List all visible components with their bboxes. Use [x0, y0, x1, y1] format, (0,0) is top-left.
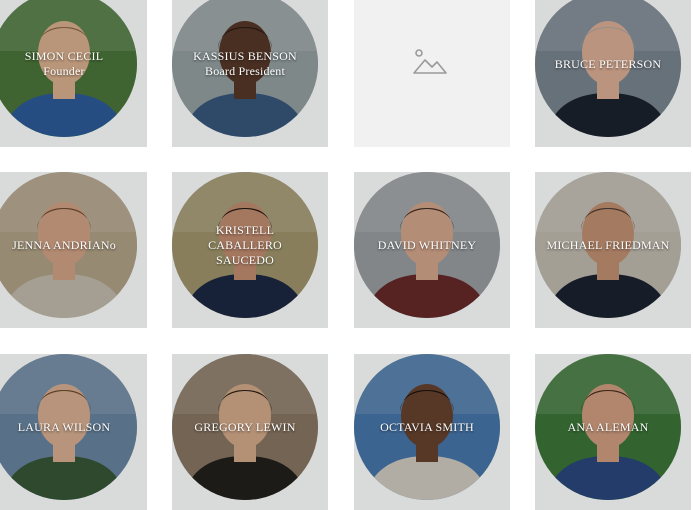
- member-caption: GREGORY LEWIN: [172, 354, 318, 500]
- member-name: JENNA ANDRIANo: [12, 237, 116, 252]
- team-member-kassius-benson[interactable]: KASSIUS BENSON Board President: [172, 0, 328, 147]
- member-caption: JENNA ANDRIANo: [0, 172, 137, 318]
- member-name: DAVID WHITNEY: [377, 237, 477, 252]
- member-name: BRUCE PETERSON: [554, 56, 662, 71]
- team-member-michael-friedman[interactable]: MICHAEL FRIEDMAN: [535, 172, 691, 328]
- member-name: SIMON CECIL: [24, 49, 104, 63]
- member-name: MICHAEL FRIEDMAN: [546, 237, 670, 252]
- team-member-laura-wilson[interactable]: LAURA WILSON: [0, 354, 147, 510]
- team-member-bruce-peterson[interactable]: BRUCE PETERSON: [535, 0, 691, 147]
- member-role: Board President: [205, 64, 285, 78]
- team-member-simon-cecil[interactable]: SIMON CECIL Founder: [0, 0, 147, 147]
- team-member-jenna-andriano[interactable]: JENNA ANDRIANo: [0, 172, 147, 328]
- team-member-david-whitney[interactable]: DAVID WHITNEY: [354, 172, 510, 328]
- member-caption: MICHAEL FRIEDMAN: [535, 172, 681, 318]
- member-name: LAURA WILSON: [17, 419, 111, 434]
- empty-photo-tile: [354, 0, 510, 147]
- team-member-octavia-smith[interactable]: OCTAVIA SMITH: [354, 354, 510, 510]
- team-member-ana-aleman[interactable]: ANA ALEMAN: [535, 354, 691, 510]
- member-role: Founder: [43, 64, 85, 78]
- member-name: KRISTELL CABALLERO SAUCEDO: [208, 222, 282, 267]
- team-member-kristell-caballero-saucedo[interactable]: KRISTELL CABALLERO SAUCEDO: [172, 172, 328, 328]
- member-caption: KRISTELL CABALLERO SAUCEDO: [172, 172, 318, 318]
- member-caption: DAVID WHITNEY: [354, 172, 500, 318]
- team-member-gregory-lewin[interactable]: GREGORY LEWIN: [172, 354, 328, 510]
- member-name: OCTAVIA SMITH: [380, 419, 474, 434]
- member-caption: ANA ALEMAN: [535, 354, 681, 500]
- member-caption: OCTAVIA SMITH: [354, 354, 500, 500]
- member-caption: LAURA WILSON: [0, 354, 137, 500]
- member-caption: KASSIUS BENSON Board President: [172, 0, 318, 137]
- member-caption: BRUCE PETERSON: [535, 0, 681, 137]
- image-placeholder-icon: [413, 49, 447, 74]
- member-caption: SIMON CECIL Founder: [0, 0, 137, 137]
- member-name: GREGORY LEWIN: [194, 419, 296, 434]
- member-name: KASSIUS BENSON: [193, 49, 297, 63]
- member-name: ANA ALEMAN: [567, 419, 649, 434]
